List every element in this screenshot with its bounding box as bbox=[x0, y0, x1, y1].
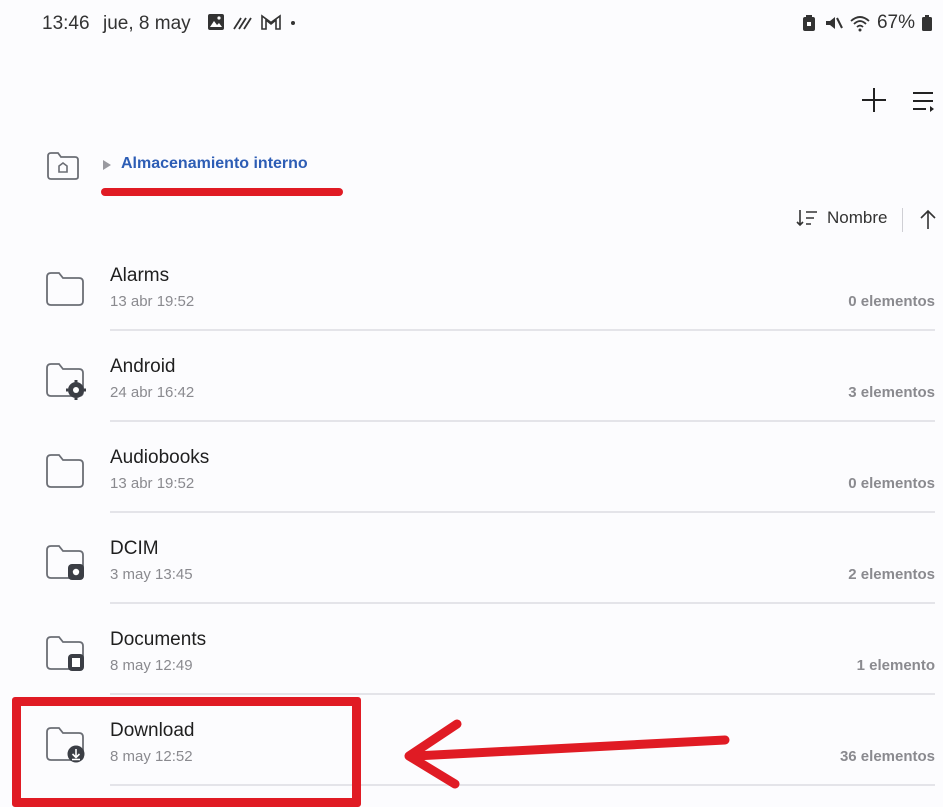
folder-item-count: 0 elementos bbox=[848, 293, 935, 310]
folder-date: 8 may 12:49 bbox=[110, 657, 193, 674]
notification-icons bbox=[206, 12, 298, 32]
sort-label: Nombre bbox=[827, 208, 888, 227]
folder-row-documents[interactable]: Documents 8 may 12:49 1 elemento bbox=[0, 605, 943, 695]
sort-direction-button[interactable] bbox=[917, 208, 939, 232]
folder-date: 13 abr 19:52 bbox=[110, 475, 195, 492]
annotation-arrow bbox=[404, 719, 730, 789]
folder-item-count: 2 elementos bbox=[848, 566, 935, 583]
folder-row-audiobooks[interactable]: Audiobooks 13 abr 19:52 0 elementos bbox=[0, 423, 943, 513]
folder-icon bbox=[46, 454, 84, 488]
dot-icon bbox=[291, 21, 295, 25]
folder-item-count: 0 elementos bbox=[848, 475, 935, 492]
status-bar: 13:46 jue, 8 may 67% bbox=[0, 0, 943, 50]
row-divider bbox=[110, 420, 935, 422]
battery-saver-icon bbox=[802, 15, 815, 31]
folder-name: DCIM bbox=[110, 538, 159, 559]
folder-icon bbox=[46, 272, 84, 306]
home-button[interactable] bbox=[46, 151, 80, 181]
row-divider bbox=[110, 329, 935, 331]
folder-icon bbox=[46, 363, 86, 400]
folder-date: 3 may 13:45 bbox=[110, 566, 193, 583]
folder-icon bbox=[46, 636, 84, 671]
gmail-icon bbox=[261, 14, 281, 30]
battery-percent: 67% bbox=[876, 12, 915, 33]
camera-badge-icon bbox=[68, 564, 84, 580]
signal-boost-icon bbox=[233, 17, 252, 30]
status-date: jue, 8 may bbox=[103, 13, 191, 34]
breadcrumb-current[interactable]: Almacenamiento interno bbox=[121, 155, 308, 173]
battery-icon bbox=[922, 15, 932, 31]
folder-name: Android bbox=[110, 356, 176, 377]
folder-icon bbox=[46, 545, 84, 580]
row-divider bbox=[110, 511, 935, 513]
folder-row-android[interactable]: Android 24 abr 16:42 3 elementos bbox=[0, 332, 943, 422]
folder-item-count: 36 elementos bbox=[839, 748, 935, 765]
row-divider bbox=[110, 693, 935, 695]
annotation-highlight-box bbox=[12, 697, 361, 807]
folder-name: Audiobooks bbox=[110, 447, 210, 468]
folder-date: 24 abr 16:42 bbox=[110, 384, 195, 401]
folder-item-count: 1 elemento bbox=[856, 657, 935, 674]
folder-name: Documents bbox=[110, 629, 207, 650]
folder-row-alarms[interactable]: Alarms 13 abr 19:52 0 elementos bbox=[0, 241, 943, 331]
arrow-up-icon bbox=[920, 209, 936, 229]
folder-row-dcim[interactable]: DCIM 3 may 13:45 2 elementos bbox=[0, 514, 943, 604]
status-time: 13:46 bbox=[42, 13, 90, 34]
sort-by-button[interactable]: Nombre bbox=[795, 208, 887, 228]
home-folder-icon bbox=[47, 152, 79, 180]
annotation-underline bbox=[101, 188, 343, 196]
sort-order-icon bbox=[796, 210, 817, 227]
system-icons: 67% bbox=[801, 12, 933, 34]
row-divider bbox=[110, 602, 935, 604]
sort-divider bbox=[902, 208, 903, 232]
add-button[interactable] bbox=[858, 84, 890, 116]
folder-date: 13 abr 19:52 bbox=[110, 293, 195, 310]
add-icon bbox=[862, 88, 886, 112]
breadcrumb-arrow-icon bbox=[103, 160, 111, 170]
gallery-icon bbox=[208, 14, 224, 30]
document-badge-icon bbox=[68, 654, 84, 671]
sort-menu-button[interactable] bbox=[908, 86, 938, 116]
wifi-icon bbox=[850, 16, 870, 32]
folder-item-count: 3 elementos bbox=[848, 384, 935, 401]
mute-icon bbox=[825, 17, 843, 29]
sort-menu-icon bbox=[913, 92, 934, 112]
folder-name: Alarms bbox=[110, 265, 170, 286]
